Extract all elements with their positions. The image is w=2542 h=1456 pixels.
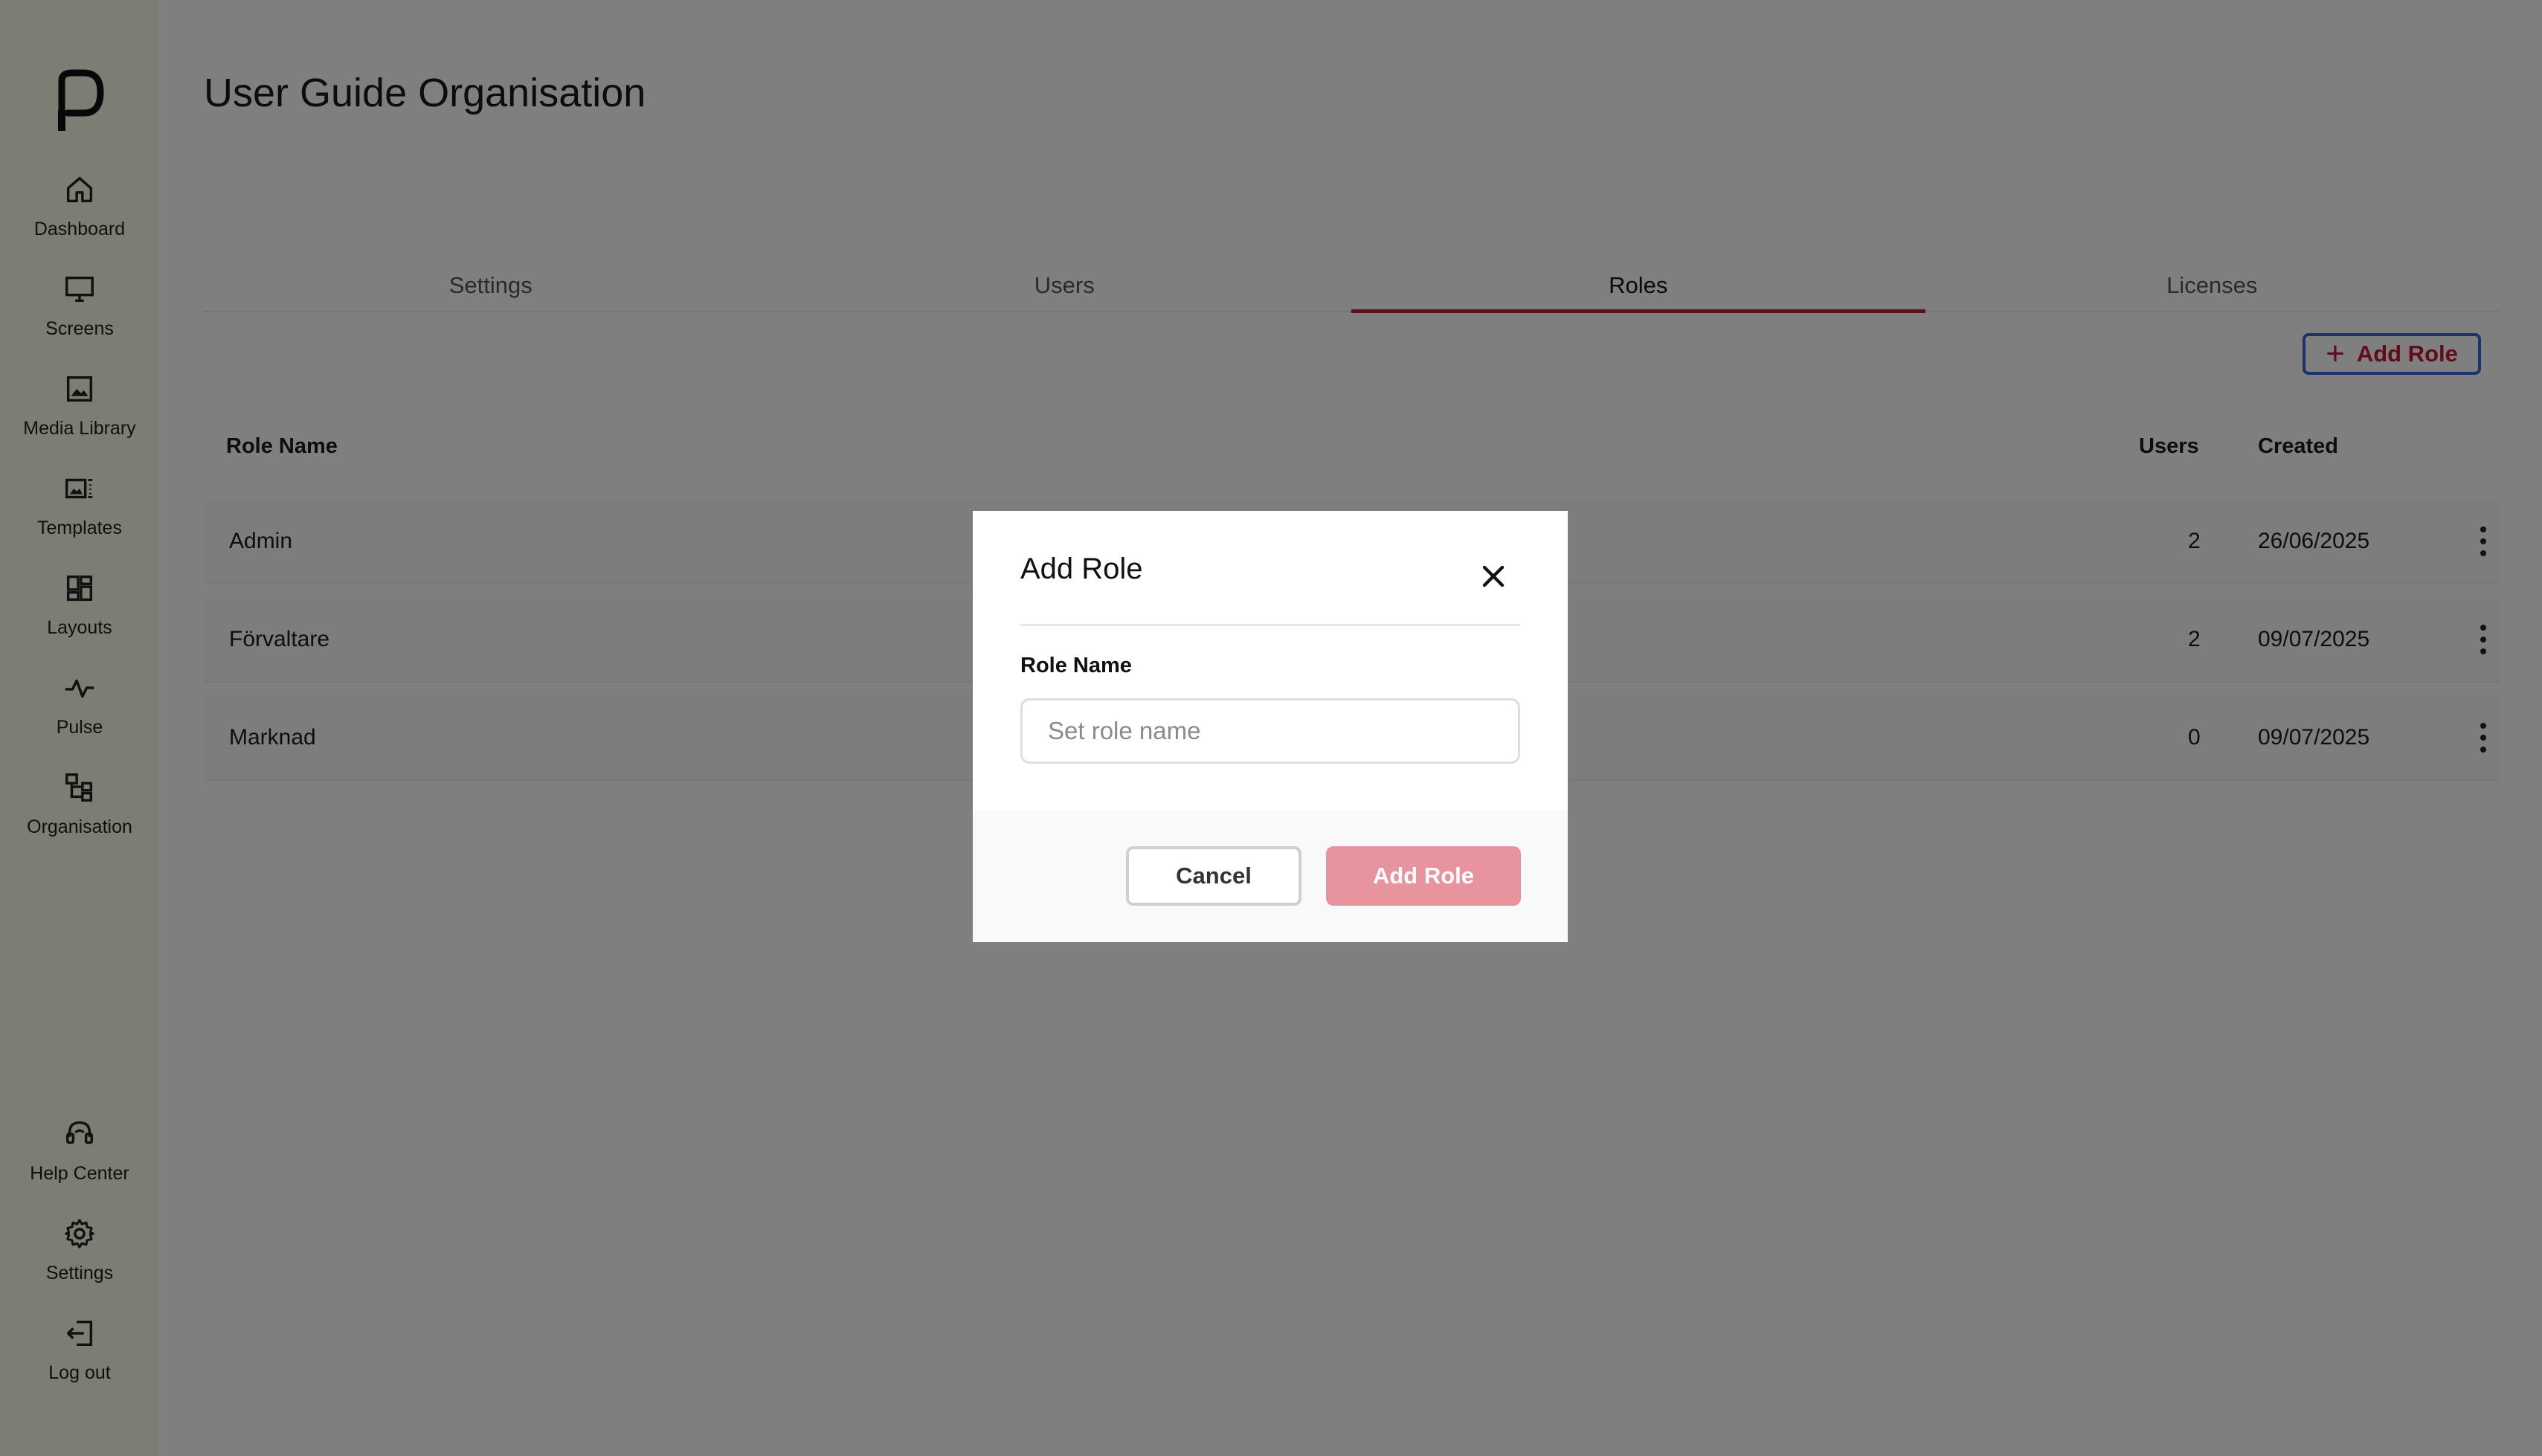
close-icon[interactable] [1476, 558, 1511, 594]
add-role-dialog: Add Role Role Name Cancel Add Role [973, 511, 1568, 942]
dialog-footer: Cancel Add Role [973, 811, 1568, 942]
submit-add-role-button[interactable]: Add Role [1326, 846, 1521, 906]
cancel-button[interactable]: Cancel [1126, 846, 1301, 906]
dialog-divider [1020, 624, 1520, 626]
role-name-label: Role Name [1020, 654, 1132, 677]
dialog-title: Add Role [1020, 553, 1143, 585]
role-name-input[interactable] [1020, 698, 1520, 764]
